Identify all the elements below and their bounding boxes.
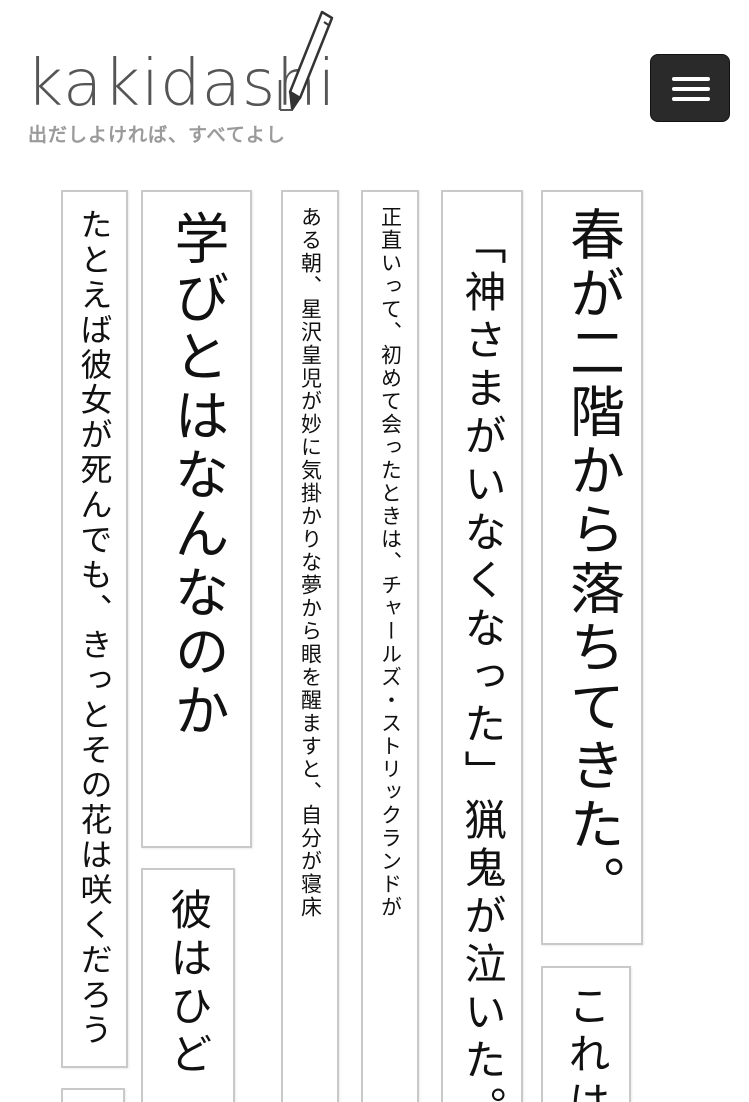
hamburger-icon — [672, 75, 710, 103]
story-card-text: 彼はひど — [164, 888, 213, 1080]
story-card[interactable]: 春が二階から落ちてきた。 — [541, 190, 643, 945]
menu-button[interactable] — [650, 54, 730, 122]
story-card[interactable]: これは — [541, 966, 631, 1102]
story-card-text: 「神さまがいなくなった」猟鬼が泣いた。 — [458, 222, 507, 1102]
story-card-text: ある朝、星沢皇児が妙に気掛かりな夢から眼を醒ますと、自分が寝床 — [298, 206, 323, 919]
story-card-text: 春が二階から落ちてきた。 — [560, 206, 625, 914]
story-card-text: たとえば彼女が死んでも、きっとその花は咲くだろう — [75, 208, 114, 1048]
story-card[interactable]: 彼はひど — [141, 868, 235, 1102]
logo-tagline: 出だしよければ、すべてよし — [28, 124, 286, 146]
story-card-text: これは — [562, 984, 611, 1102]
pen-icon — [278, 10, 334, 111]
story-card[interactable] — [61, 1088, 125, 1102]
story-card-text: 学びとはなんなのか — [165, 210, 229, 741]
story-card[interactable]: たとえば彼女が死んでも、きっとその花は咲くだろう — [61, 190, 128, 1068]
story-card[interactable]: 「神さまがいなくなった」猟鬼が泣いた。 — [441, 190, 523, 1102]
story-card[interactable]: 正直いって、初めて会ったときは、チャールズ・ストリックランドが — [361, 190, 419, 1102]
story-card[interactable]: ある朝、星沢皇児が妙に気掛かりな夢から眼を醒ますと、自分が寝床 — [281, 190, 339, 1102]
story-card[interactable]: 学びとはなんなのか — [141, 190, 252, 848]
site-logo[interactable]: kakidashi 出だしよければ、すべてよし — [26, 10, 346, 150]
story-card-text: 正直いって、初めて会ったときは、チャールズ・ストリックランドが — [378, 206, 403, 919]
